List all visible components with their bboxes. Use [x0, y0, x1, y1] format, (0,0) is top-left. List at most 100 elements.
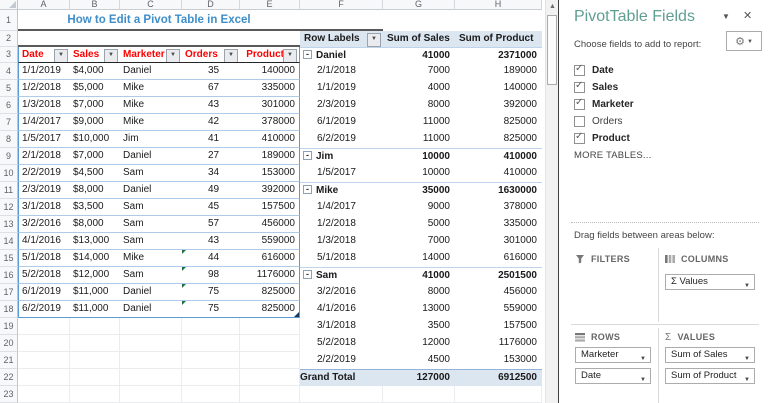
- sheet-cell[interactable]: [18, 386, 70, 403]
- area-item-date[interactable]: Date ▼: [575, 368, 651, 384]
- pivot-sales-value[interactable]: 35000: [383, 182, 455, 199]
- table-cell-date[interactable]: 1/5/2017: [18, 131, 70, 148]
- select-all-corner[interactable]: [0, 0, 18, 10]
- table-cell-marketer[interactable]: Daniel: [120, 284, 182, 301]
- table-cell-date[interactable]: 1/4/2017: [18, 114, 70, 131]
- table-cell-sales[interactable]: $5,000: [70, 80, 120, 97]
- table-cell-orders[interactable]: 43: [182, 233, 240, 250]
- row-labels-filter-button[interactable]: ▼: [367, 33, 381, 47]
- pivot-sales-value[interactable]: 3500: [383, 318, 455, 335]
- sheet-cell[interactable]: [120, 335, 182, 352]
- table-cell-marketer[interactable]: Daniel: [120, 182, 182, 199]
- table-cell-product[interactable]: 559000: [240, 233, 300, 250]
- pivot-product-value[interactable]: 1176000: [455, 335, 542, 352]
- pivot-row-label[interactable]: 3/1/2018: [300, 318, 383, 335]
- sheet-cell[interactable]: [70, 386, 120, 403]
- table-cell-marketer[interactable]: Sam: [120, 165, 182, 182]
- table-cell-sales[interactable]: $8,000: [70, 216, 120, 233]
- row-header-2[interactable]: 2: [0, 31, 18, 47]
- pivot-product-value[interactable]: 825000: [455, 114, 542, 131]
- pivot-row-label[interactable]: - Daniel: [300, 47, 383, 63]
- pivot-sales-value[interactable]: 10000: [383, 148, 455, 165]
- table-cell-product[interactable]: 157500: [240, 199, 300, 216]
- pivot-product-value[interactable]: 157500: [455, 318, 542, 335]
- pivot-sales-value[interactable]: 13000: [383, 301, 455, 318]
- row-header-15[interactable]: 15: [0, 250, 18, 267]
- sheet-cell[interactable]: [240, 318, 300, 335]
- sheet-cell[interactable]: [240, 369, 300, 386]
- table-cell-orders[interactable]: 49: [182, 182, 240, 199]
- pivot-product-value[interactable]: 2371000: [455, 47, 542, 63]
- pivot-row-label[interactable]: Grand Total: [300, 369, 383, 386]
- pivot-product-value[interactable]: 153000: [455, 352, 542, 369]
- column-header-E[interactable]: E: [240, 0, 300, 10]
- row-header-3[interactable]: 3: [0, 47, 18, 63]
- table-cell-marketer[interactable]: Sam: [120, 233, 182, 250]
- area-item-sum-of-sales[interactable]: Sum of Sales ▼: [665, 347, 755, 363]
- pivot-product-value[interactable]: 825000: [455, 131, 542, 148]
- pivot-sales-value[interactable]: 41000: [383, 267, 455, 284]
- pivot-product-value[interactable]: 189000: [455, 63, 542, 80]
- pivot-sales-value[interactable]: 4000: [383, 80, 455, 97]
- pivot-row-labels-header[interactable]: Row Labels ▼: [300, 31, 383, 47]
- row-header-4[interactable]: 4: [0, 63, 18, 80]
- sheet-cell[interactable]: [182, 386, 240, 403]
- column-header-C[interactable]: C: [120, 0, 182, 10]
- table-cell-product[interactable]: 825000: [240, 301, 300, 318]
- row-header-11[interactable]: 11: [0, 182, 18, 199]
- area-item-sum-of-product[interactable]: Sum of Product ▼: [665, 368, 755, 384]
- table-cell-product[interactable]: 189000: [240, 148, 300, 165]
- pivot-row-label[interactable]: - Sam: [300, 267, 383, 284]
- column-header-H[interactable]: H: [455, 0, 542, 10]
- table-resize-handle[interactable]: [294, 312, 299, 317]
- column-header-B[interactable]: B: [70, 0, 120, 10]
- table-cell-orders[interactable]: 67: [182, 80, 240, 97]
- row-header-12[interactable]: 12: [0, 199, 18, 216]
- row-header-21[interactable]: 21: [0, 352, 18, 369]
- sheet-cell[interactable]: [18, 318, 70, 335]
- tools-button[interactable]: ⚙ ▼: [726, 31, 762, 51]
- table-cell-marketer[interactable]: Sam: [120, 267, 182, 284]
- pivot-sales-value[interactable]: 127000: [383, 369, 455, 386]
- pivot-row-label[interactable]: 5/1/2018: [300, 250, 383, 267]
- checkbox-marketer[interactable]: ✓: [574, 97, 585, 110]
- sheet-cell[interactable]: [70, 318, 120, 335]
- pivot-product-value[interactable]: 335000: [455, 216, 542, 233]
- table-cell-marketer[interactable]: Daniel: [120, 301, 182, 318]
- table-header-product[interactable]: Product ▼: [240, 47, 300, 63]
- pivot-product-value[interactable]: 2501500: [455, 267, 542, 284]
- table-header-marketer[interactable]: Marketer ▼: [120, 47, 182, 63]
- pivot-row-label[interactable]: - Jim: [300, 148, 383, 165]
- pivot-row-label[interactable]: 5/2/2018: [300, 335, 383, 352]
- pivot-sales-value[interactable]: 41000: [383, 47, 455, 63]
- sheet-vertical-scrollbar[interactable]: ▲: [545, 0, 558, 403]
- table-cell-sales[interactable]: $4,500: [70, 165, 120, 182]
- pivot-sales-value[interactable]: 8000: [383, 97, 455, 114]
- sheet-cell[interactable]: [120, 31, 182, 47]
- table-cell-sales[interactable]: $9,000: [70, 114, 120, 131]
- table-cell-sales[interactable]: $10,000: [70, 131, 120, 148]
- row-header-20[interactable]: 20: [0, 335, 18, 352]
- table-cell-product[interactable]: 456000: [240, 216, 300, 233]
- table-cell-sales[interactable]: $14,000: [70, 250, 120, 267]
- row-header-10[interactable]: 10: [0, 165, 18, 182]
- pivot-row-label[interactable]: 4/1/2016: [300, 301, 383, 318]
- row-header-8[interactable]: 8: [0, 131, 18, 148]
- table-cell-orders[interactable]: 43: [182, 97, 240, 114]
- column-header-A[interactable]: A: [18, 0, 70, 10]
- sheet-cell[interactable]: [18, 335, 70, 352]
- pivot-row-label[interactable]: 1/5/2017: [300, 165, 383, 182]
- table-cell-orders[interactable]: 44: [182, 250, 240, 267]
- sheet-cell[interactable]: [182, 369, 240, 386]
- field-item-date[interactable]: ✓ Date: [574, 62, 614, 79]
- table-cell-product[interactable]: 1176000: [240, 267, 300, 284]
- table-header-sales[interactable]: Sales ▼: [70, 47, 120, 63]
- field-item-sales[interactable]: ✓ Sales: [574, 79, 618, 96]
- table-cell-product[interactable]: 825000: [240, 284, 300, 301]
- table-cell-marketer[interactable]: Mike: [120, 114, 182, 131]
- pivot-product-value[interactable]: 301000: [455, 233, 542, 250]
- filter-button-marketer[interactable]: ▼: [166, 49, 180, 62]
- sheet-cell[interactable]: [18, 352, 70, 369]
- field-item-orders[interactable]: Orders: [574, 113, 623, 130]
- pivot-sales-value[interactable]: 8000: [383, 284, 455, 301]
